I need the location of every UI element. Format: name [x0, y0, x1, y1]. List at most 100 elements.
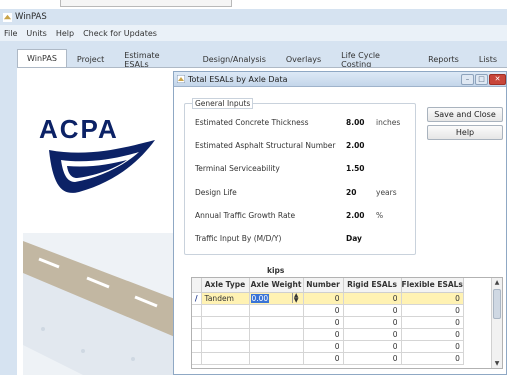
save-and-close-button[interactable]: Save and Close [427, 107, 503, 122]
axle-type-cell[interactable] [201, 304, 250, 317]
close-button[interactable]: ✕ [489, 74, 506, 85]
tab-reports[interactable]: Reports [418, 51, 469, 68]
row-selector-header [192, 278, 202, 293]
axle-type-cell[interactable] [201, 340, 250, 353]
flexible-esals-cell: 0 [401, 316, 464, 329]
design-life-value: 20 [346, 188, 357, 197]
axle-type-cell[interactable]: Tandem [201, 292, 250, 305]
column-header-flexible-esals[interactable]: Flexible ESALs [401, 278, 464, 293]
traffic-growth-rate-unit: % [376, 211, 384, 220]
concrete-thickness-label: Estimated Concrete Thickness [195, 118, 309, 127]
general-inputs-group: General Inputs Estimated Concrete Thickn… [184, 98, 416, 255]
axle-weight-editor[interactable]: 0.00 ▲ ▼ [250, 293, 300, 303]
tab-design-analysis[interactable]: Design/Analysis [193, 51, 276, 68]
axle-weight-cell[interactable] [249, 316, 304, 329]
traffic-input-by-value: Day [346, 234, 362, 243]
axle-weight-cell[interactable] [249, 328, 304, 341]
tab-estimate-esals[interactable]: Estimate ESALs [114, 51, 192, 69]
app-titlebar: WinPAS [0, 9, 507, 25]
traffic-growth-rate-label: Annual Traffic Growth Rate [195, 211, 296, 220]
table-row[interactable]: 0 0 0 [192, 328, 464, 341]
number-cell[interactable]: 0 [303, 328, 344, 341]
row-selector[interactable] [192, 304, 202, 317]
table-row[interactable]: 0 0 0 [192, 340, 464, 353]
concrete-thickness-value: 8.00 [346, 118, 365, 127]
column-header-number[interactable]: Number [303, 278, 344, 293]
tab-overlays[interactable]: Overlays [276, 51, 331, 68]
menu-help[interactable]: Help [56, 29, 74, 38]
design-life-unit: years [376, 188, 397, 197]
column-header-axle-type[interactable]: Axle Type [201, 278, 250, 293]
help-button[interactable]: Help [427, 125, 503, 140]
grid-header-row: Axle Type Axle Weight Number Rigid ESALs… [192, 278, 464, 293]
rigid-esals-cell: 0 [343, 304, 402, 317]
rigid-esals-cell: 0 [343, 352, 402, 365]
row-selector[interactable] [192, 328, 202, 341]
group-title: General Inputs [192, 98, 254, 109]
logo-swoosh-icon [49, 140, 155, 193]
table-row[interactable]: 0 0 0 [192, 352, 464, 365]
tab-project[interactable]: Project [67, 51, 114, 68]
axle-weight-cell[interactable] [249, 340, 304, 353]
minimize-button[interactable]: – [461, 74, 474, 85]
outer-window-strip [0, 0, 507, 9]
traffic-growth-rate-value: 2.00 [346, 211, 365, 220]
number-cell[interactable]: 0 [303, 292, 344, 305]
maximize-icon: □ [478, 75, 485, 83]
number-cell[interactable]: 0 [303, 304, 344, 317]
axle-type-cell[interactable] [201, 352, 250, 365]
grid-vertical-scrollbar[interactable]: ▲ ▼ [491, 278, 502, 368]
acpa-logo: ACPA [31, 114, 171, 214]
axle-weight-cell[interactable] [249, 352, 304, 365]
scroll-thumb[interactable] [493, 289, 501, 319]
menu-check-for-updates[interactable]: Check for Updates [83, 29, 157, 38]
flexible-esals-cell: 0 [401, 328, 464, 341]
dialog-titlebar[interactable]: Total ESALs by Axle Data [174, 72, 506, 87]
minimize-icon: – [465, 75, 470, 83]
table-row[interactable]: 0 0 0 [192, 304, 464, 317]
number-cell[interactable]: 0 [303, 352, 344, 365]
tab-winpas[interactable]: WinPAS [17, 49, 67, 68]
table-row[interactable]: 0 0 0 [192, 316, 464, 329]
column-header-axle-weight[interactable]: Axle Weight [249, 278, 304, 293]
axle-type-cell[interactable] [201, 328, 250, 341]
design-life-label: Design Life [195, 188, 237, 197]
axle-type-cell[interactable] [201, 316, 250, 329]
axle-weight-cell[interactable] [249, 304, 304, 317]
row-selector[interactable] [192, 316, 202, 329]
number-cell[interactable]: 0 [303, 340, 344, 353]
concrete-thickness-unit: inches [376, 118, 401, 127]
kips-label: kips [267, 266, 285, 275]
main-tabs: WinPAS Project Estimate ESALs Design/Ana… [17, 49, 507, 69]
terminal-serviceability-label: Terminal Serviceability [195, 164, 280, 173]
menu-file[interactable]: File [4, 29, 17, 38]
row-selector[interactable] [192, 340, 202, 353]
tab-lists[interactable]: Lists [469, 51, 507, 68]
menu-units[interactable]: Units [26, 29, 46, 38]
asphalt-structural-number-label: Estimated Asphalt Structural Number [195, 141, 336, 150]
road-illustration [23, 233, 175, 375]
outer-textbox [60, 0, 232, 7]
axle-data-table: Axle Type Axle Weight Number Rigid ESALs… [192, 278, 464, 365]
terminal-serviceability-value: 1.50 [346, 164, 365, 173]
row-selector[interactable] [192, 352, 202, 365]
axle-weight-cell[interactable]: 0.00 ▲ ▼ [249, 292, 304, 305]
tab-life-cycle-costing[interactable]: Life Cycle Costing [331, 51, 418, 69]
flexible-esals-cell: 0 [401, 292, 464, 305]
scroll-down-icon[interactable]: ▼ [492, 359, 502, 368]
scroll-up-icon[interactable]: ▲ [492, 278, 502, 287]
app-icon [3, 12, 12, 22]
rigid-esals-cell: 0 [343, 340, 402, 353]
row-edit-marker: / [192, 292, 202, 305]
axle-weight-input[interactable]: 0.00 [250, 293, 270, 303]
flexible-esals-cell: 0 [401, 352, 464, 365]
spinner-arrows-icon[interactable]: ▲ ▼ [291, 293, 299, 303]
traffic-input-by-label: Traffic Input By (M/D/Y) [195, 234, 282, 243]
rigid-esals-cell: 0 [343, 328, 402, 341]
close-icon: ✕ [494, 75, 501, 83]
column-header-rigid-esals[interactable]: Rigid ESALs [343, 278, 402, 293]
flexible-esals-cell: 0 [401, 340, 464, 353]
number-cell[interactable]: 0 [303, 316, 344, 329]
table-row[interactable]: / Tandem 0.00 ▲ ▼ 0 0 0 [192, 292, 464, 305]
maximize-button[interactable]: □ [475, 74, 488, 85]
